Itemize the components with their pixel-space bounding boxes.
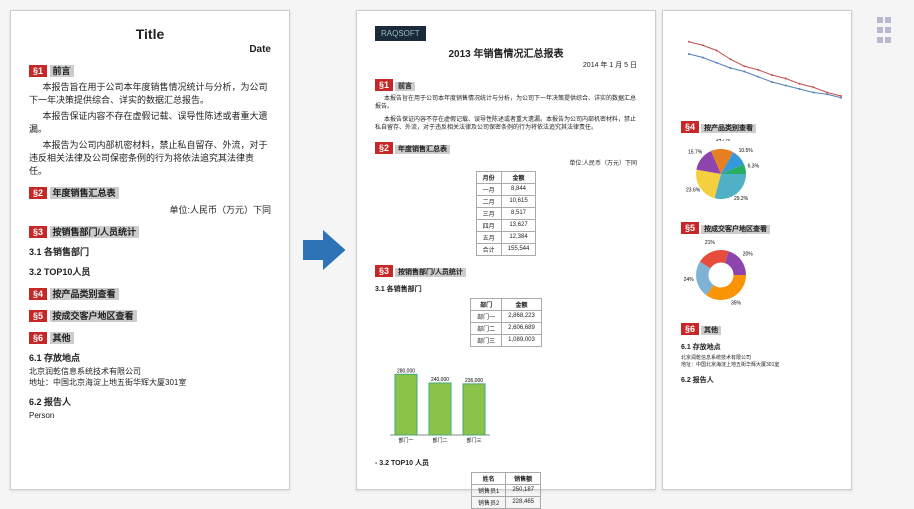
- para: 本报告为公司内部机密材料，禁止私自留存、外流，对于违反相关法律及公司保密条例的行…: [29, 139, 271, 177]
- line-chart: [681, 28, 851, 108]
- svg-text:10.5%: 10.5%: [739, 148, 754, 154]
- section-title: 前言: [50, 65, 74, 77]
- page-date: Date: [29, 44, 271, 55]
- unit-text: 单位:人民币（万元）下同: [29, 203, 271, 216]
- svg-text:部门三: 部门三: [466, 437, 481, 444]
- report-date: 2014 年 1 月 5 日: [375, 60, 637, 70]
- section-1-head: §1 前言: [29, 64, 271, 77]
- sample-page-2: §4 按产品类别查看 29.2%23.6%15.7%14.7%10.5%6.3%…: [662, 10, 852, 490]
- para: 本报告旨在用于公司本年度销售情况统计与分析，为公司下一年决策提供综合、详实的数据…: [29, 81, 271, 106]
- para: 本报告保证内容不存在虚假记载、误导性陈述或者重大遗漏。: [29, 110, 271, 135]
- sub-6-2: 6.2 报告人: [29, 395, 271, 408]
- pie-chart-product: 29.2% 23.6% 15.7% 14.7% 10.5% 6.3%: [681, 139, 791, 209]
- svg-text:23.6%: 23.6%: [686, 188, 701, 194]
- person: Person: [29, 411, 271, 421]
- svg-text:14.7%: 14.7%: [716, 139, 731, 143]
- section-3-head: §3 按销售部门/人员统计: [29, 225, 271, 238]
- svg-text:24%: 24%: [684, 277, 695, 283]
- sub-6-1: 6.1 存放地点: [29, 351, 271, 364]
- sub-3-2: 3.2 TOP10人员: [29, 265, 271, 278]
- svg-text:280,000: 280,000: [397, 368, 415, 374]
- template-page: Title Date §1 前言 本报告旨在用于公司本年度销售情况统计与分析，为…: [10, 10, 290, 490]
- section-5-head: §5 按成交客户地区查看: [29, 309, 271, 322]
- sample-output: RAQSOFT 2013 年销售情况汇总报表 2014 年 1 月 5 日 §1…: [356, 10, 852, 490]
- bar-chart: 280,000 部门一 240,000 部门二 236,000 部门三: [375, 355, 495, 445]
- sample-page-1: RAQSOFT 2013 年销售情况汇总报表 2014 年 1 月 5 日 §1…: [356, 10, 656, 490]
- svg-text:20%: 20%: [743, 252, 754, 258]
- section-badge: §1: [29, 65, 47, 77]
- svg-text:29.2%: 29.2%: [734, 196, 749, 202]
- svg-text:部门一: 部门一: [398, 437, 413, 444]
- address-line: 北京润乾信息系统技术有限公司: [29, 367, 271, 377]
- svg-text:236,000: 236,000: [465, 377, 483, 383]
- pie-chart-region: 35% 24% 21% 20%: [681, 240, 791, 310]
- logo: RAQSOFT: [375, 26, 426, 41]
- address-line: 地址：中国北京海淀上地五街华辉大厦301室: [29, 378, 271, 388]
- report-title: 2013 年销售情况汇总报表: [375, 45, 637, 60]
- section-2-head: §2 年度销售汇总表: [29, 186, 271, 199]
- arrow-icon: [298, 225, 348, 275]
- page-title: Title: [29, 26, 271, 42]
- sub-3-1: 3.1 各销售部门: [29, 245, 271, 258]
- svg-text:240,000: 240,000: [431, 377, 449, 383]
- svg-text:35%: 35%: [731, 300, 742, 306]
- top10-table: 姓名销售额销售员1250,187销售员2228,465: [471, 472, 541, 509]
- svg-text:15.7%: 15.7%: [688, 150, 703, 156]
- svg-text:部门二: 部门二: [432, 437, 447, 444]
- dept-table: 部门金额部门一2,868,223部门二2,606,689部门三1,089,003: [470, 298, 542, 347]
- svg-text:6.3%: 6.3%: [748, 164, 760, 170]
- section-4-head: §4 按产品类别查看: [29, 287, 271, 300]
- summary-table: 月份金额一月8,844二月10,615三月8,517四月13,627五月12,3…: [476, 171, 537, 256]
- svg-text:21%: 21%: [705, 240, 716, 246]
- section-6-head: §6 其他: [29, 331, 271, 344]
